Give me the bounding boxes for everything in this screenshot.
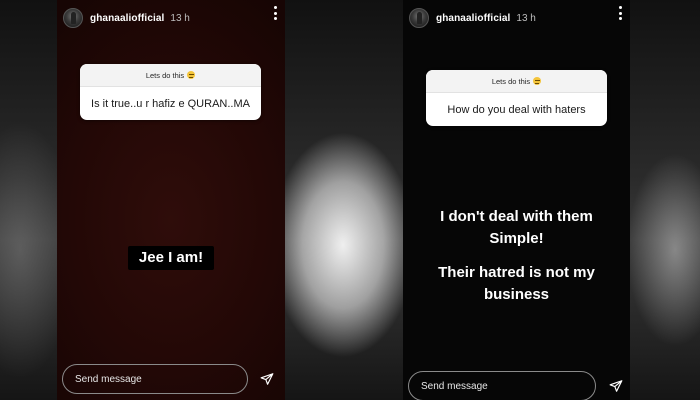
answer-line: Their hatred is not my (438, 264, 595, 281)
story-right: ghanaaliofficial 13 h Lets do this How d… (403, 0, 630, 400)
question-title: Lets do this (426, 70, 607, 93)
grimace-emoji-icon (187, 71, 196, 79)
more-options-icon[interactable] (618, 6, 622, 20)
answer-text: Jee I am! (128, 246, 214, 270)
paper-plane-icon[interactable] (609, 379, 623, 393)
send-message-placeholder: Send message (75, 373, 142, 385)
question-sticker: Lets do this How do you deal with haters (426, 70, 607, 126)
avatar[interactable] (409, 8, 429, 28)
more-options-icon[interactable] (273, 6, 277, 20)
answer-spacer (403, 250, 630, 262)
question-text: Is it true..u r hafiz e QURAN..MA (91, 97, 250, 110)
question-title: Lets do this (80, 64, 261, 87)
post-time: 13 h (170, 12, 190, 24)
post-time: 13 h (516, 12, 536, 24)
avatar[interactable] (63, 8, 83, 28)
send-message-input[interactable]: Send message (408, 371, 596, 400)
answer-line: business (483, 286, 550, 303)
question-text: How do you deal with haters (447, 103, 586, 116)
paper-plane-icon[interactable] (260, 372, 274, 386)
send-message-input[interactable]: Send message (62, 364, 248, 394)
answer-line: Simple! (489, 230, 544, 247)
username[interactable]: ghanaaliofficial (436, 13, 510, 24)
grimace-emoji-icon (533, 77, 542, 85)
username[interactable]: ghanaaliofficial (90, 13, 164, 24)
story-left: ghanaaliofficial 13 h Lets do this Is it… (57, 0, 285, 400)
story-header: ghanaaliofficial 13 h (63, 6, 279, 30)
question-title-text: Lets do this (145, 70, 185, 80)
question-title-text: Lets do this (491, 76, 531, 86)
answer-text-block: I don't deal with them Simple! Their hat… (403, 206, 630, 306)
answer-line: I don't deal with them (440, 208, 593, 225)
question-sticker: Lets do this Is it true..u r hafiz e QUR… (80, 64, 261, 120)
story-header: ghanaaliofficial 13 h (409, 6, 624, 30)
send-message-placeholder: Send message (421, 380, 488, 392)
